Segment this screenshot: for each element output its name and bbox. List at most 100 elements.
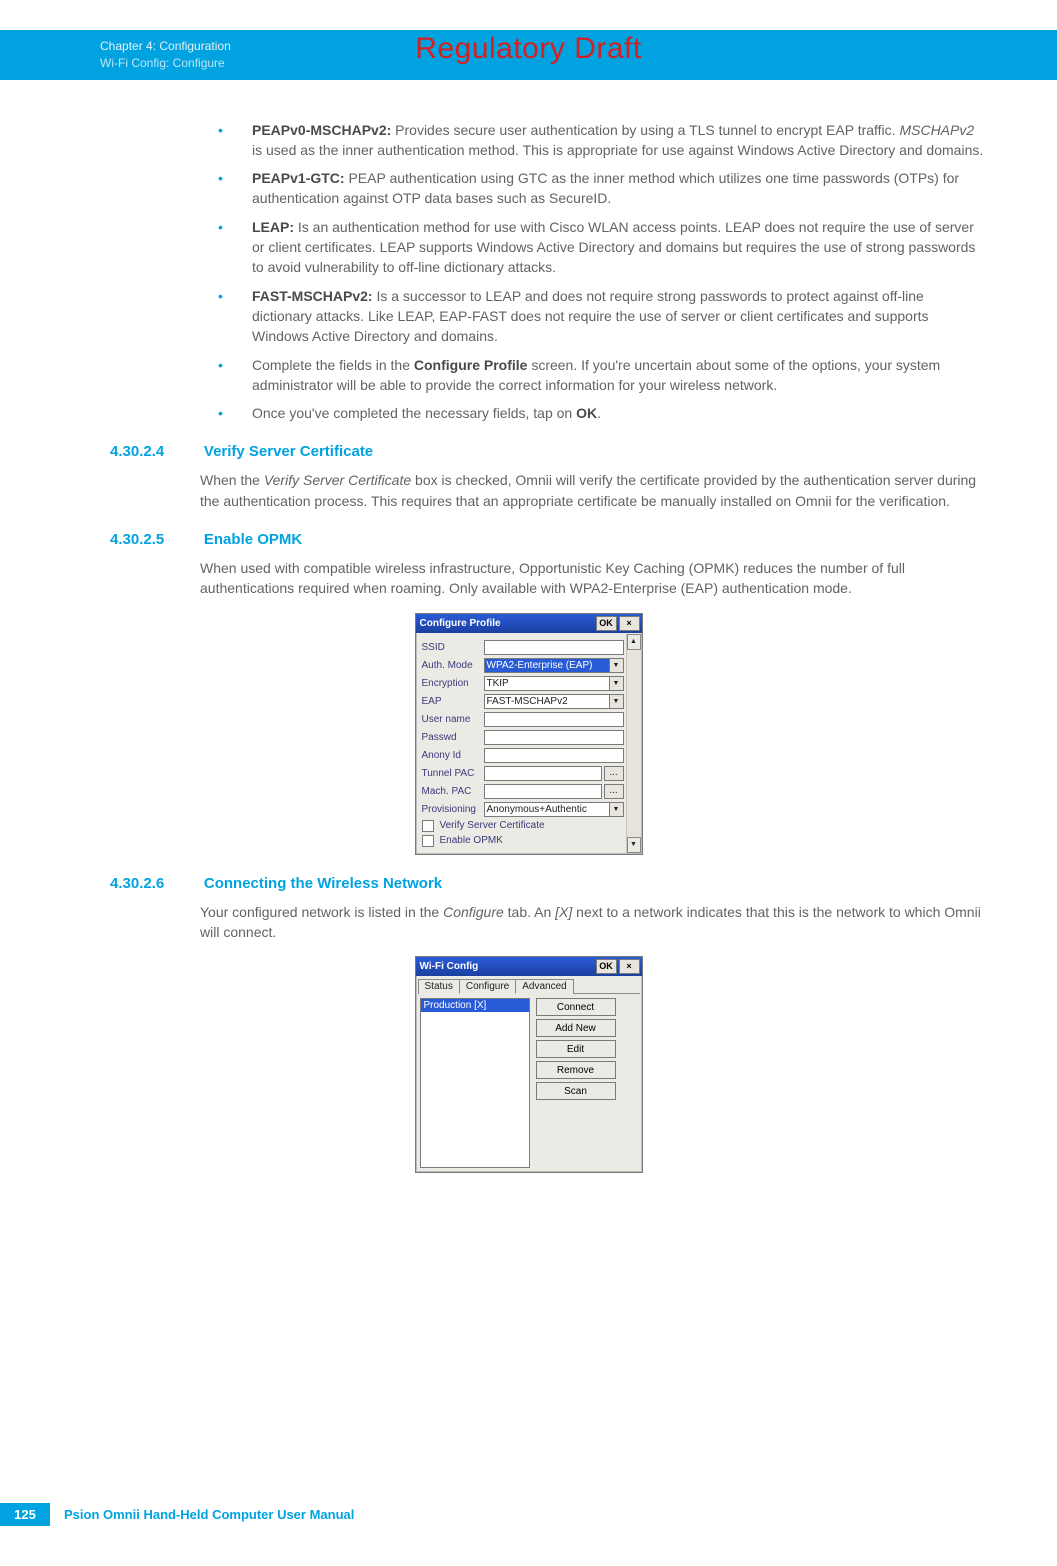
sec5-title: Enable OPMK <box>204 531 302 548</box>
eap-value: FAST-MSCHAPv2 <box>484 694 609 709</box>
configure-profile-window: Configure Profile OK × SSID Auth. Mode W… <box>415 613 643 855</box>
sec4-paragraph: When the Verify Server Certificate box i… <box>200 470 987 511</box>
add-new-button[interactable]: Add New <box>536 1019 616 1037</box>
peapv0-text-b: is used as the inner authentication meth… <box>252 142 983 158</box>
wc-close-button[interactable]: × <box>619 959 640 974</box>
checkbox-icon <box>422 835 434 847</box>
scan-button[interactable]: Scan <box>536 1082 616 1100</box>
vsc-label: Verify Server Certificate <box>440 820 545 831</box>
scroll-down-icon[interactable]: ▼ <box>627 837 641 853</box>
ok-bold: OK <box>576 405 597 421</box>
peapv0-mschapv2: MSCHAPv2 <box>899 122 974 138</box>
fast-term: FAST-MSCHAPv2: <box>252 288 373 304</box>
enc-value: TKIP <box>484 676 609 691</box>
anon-input[interactable] <box>484 748 624 763</box>
chevron-down-icon[interactable] <box>609 658 624 673</box>
sec4-title: Verify Server Certificate <box>204 443 373 460</box>
bullet-complete-fields: Complete the fields in the Configure Pro… <box>200 355 987 396</box>
sec5-paragraph: When used with compatible wireless infra… <box>200 558 987 599</box>
page-number: 125 <box>0 1503 50 1526</box>
opmk-label: Enable OPMK <box>440 835 503 846</box>
leap-term: LEAP: <box>252 219 294 235</box>
wc-ok-button[interactable]: OK <box>596 959 617 974</box>
scrollbar[interactable]: ▲ ▼ <box>626 634 641 853</box>
verify-server-cert-checkbox[interactable]: Verify Server Certificate <box>422 820 624 832</box>
peapv1-text: PEAP authentication using GTC as the inn… <box>252 170 959 206</box>
wc-title-text: Wi-Fi Config <box>420 961 594 972</box>
cp-title-text: Configure Profile <box>420 618 594 629</box>
sec4-italic: Verify Server Certificate <box>264 472 411 488</box>
mpac-browse-button[interactable]: ... <box>604 784 624 799</box>
prov-label: Provisioning <box>422 804 484 815</box>
auth-value: WPA2-Enterprise (EAP) <box>484 658 609 673</box>
network-list[interactable]: Production [X] <box>420 998 530 1168</box>
ssid-input[interactable] <box>484 640 624 655</box>
connect-button[interactable]: Connect <box>536 998 616 1016</box>
watermark: Regulatory Draft <box>0 32 1057 66</box>
eap-label: EAP <box>422 696 484 707</box>
wc-tabs: Status Configure Advanced <box>418 978 640 994</box>
cp-titlebar[interactable]: Configure Profile OK × <box>416 614 642 633</box>
chevron-down-icon[interactable] <box>609 676 624 691</box>
configure-profile-bold: Configure Profile <box>414 357 528 373</box>
auth-select[interactable]: WPA2-Enterprise (EAP) <box>484 658 624 673</box>
prov-select[interactable]: Anonymous+Authentic <box>484 802 624 817</box>
page-footer: 125 Psion Omnii Hand-Held Computer User … <box>0 1503 1057 1526</box>
anon-label: Anony Id <box>422 750 484 761</box>
mpac-label: Mach. PAC <box>422 786 484 797</box>
cp-close-button[interactable]: × <box>619 616 640 631</box>
cp-ok-button[interactable]: OK <box>596 616 617 631</box>
tpac-input[interactable] <box>484 766 602 781</box>
eap-select[interactable]: FAST-MSCHAPv2 <box>484 694 624 709</box>
sec6-i1: Configure <box>443 904 504 920</box>
sec6-mid: tab. An <box>504 904 555 920</box>
pwd-input[interactable] <box>484 730 624 745</box>
peapv0-term: PEAPv0-MSCHAPv2: <box>252 122 391 138</box>
footer-title: Psion Omnii Hand-Held Computer User Manu… <box>64 1507 354 1522</box>
user-label: User name <box>422 714 484 725</box>
section-4-30-2-5: 4.30.2.5 Enable OPMK <box>110 531 987 548</box>
tapok-pre: Once you've completed the necessary fiel… <box>252 405 576 421</box>
pwd-label: Passwd <box>422 732 484 743</box>
remove-button[interactable]: Remove <box>536 1061 616 1079</box>
wc-titlebar[interactable]: Wi-Fi Config OK × <box>416 957 642 976</box>
wifi-config-window: Wi-Fi Config OK × Status Configure Advan… <box>415 956 643 1173</box>
enc-select[interactable]: TKIP <box>484 676 624 691</box>
auth-label: Auth. Mode <box>422 660 484 671</box>
sec4-pre: When the <box>200 472 264 488</box>
tpac-browse-button[interactable]: ... <box>604 766 624 781</box>
sec6-num: 4.30.2.6 <box>110 875 200 892</box>
sec6-title: Connecting the Wireless Network <box>204 875 442 892</box>
sec5-num: 4.30.2.5 <box>110 531 200 548</box>
user-input[interactable] <box>484 712 624 727</box>
tab-advanced[interactable]: Advanced <box>515 979 573 994</box>
sec6-paragraph: Your configured network is listed in the… <box>200 902 987 943</box>
prov-value: Anonymous+Authentic <box>484 802 609 817</box>
scroll-up-icon[interactable]: ▲ <box>627 634 641 650</box>
sec6-pre: Your configured network is listed in the <box>200 904 443 920</box>
tab-configure[interactable]: Configure <box>459 979 516 994</box>
complete-pre: Complete the fields in the <box>252 357 414 373</box>
checkbox-icon <box>422 820 434 832</box>
bullet-peapv0: PEAPv0-MSCHAPv2: Provides secure user au… <box>200 120 987 161</box>
section-4-30-2-4: 4.30.2.4 Verify Server Certificate <box>110 443 987 460</box>
peapv1-term: PEAPv1-GTC: <box>252 170 345 186</box>
tpac-label: Tunnel PAC <box>422 768 484 779</box>
enable-opmk-checkbox[interactable]: Enable OPMK <box>422 835 624 847</box>
edit-button[interactable]: Edit <box>536 1040 616 1058</box>
ssid-label: SSID <box>422 642 484 653</box>
peapv0-text-a: Provides secure user authentication by u… <box>391 122 899 138</box>
leap-text: Is an authentication method for use with… <box>252 219 975 276</box>
chevron-down-icon[interactable] <box>609 802 624 817</box>
sec6-i2: [X] <box>555 904 572 920</box>
mpac-input[interactable] <box>484 784 602 799</box>
tapok-post: . <box>597 405 601 421</box>
chevron-down-icon[interactable] <box>609 694 624 709</box>
network-item-production[interactable]: Production [X] <box>421 999 529 1012</box>
sec4-num: 4.30.2.4 <box>110 443 200 460</box>
tab-status[interactable]: Status <box>418 979 460 994</box>
section-4-30-2-6: 4.30.2.6 Connecting the Wireless Network <box>110 875 987 892</box>
bullet-fast: FAST-MSCHAPv2: Is a successor to LEAP an… <box>200 286 987 347</box>
bullet-leap: LEAP: Is an authentication method for us… <box>200 217 987 278</box>
bullet-peapv1: PEAPv1-GTC: PEAP authentication using GT… <box>200 168 987 209</box>
